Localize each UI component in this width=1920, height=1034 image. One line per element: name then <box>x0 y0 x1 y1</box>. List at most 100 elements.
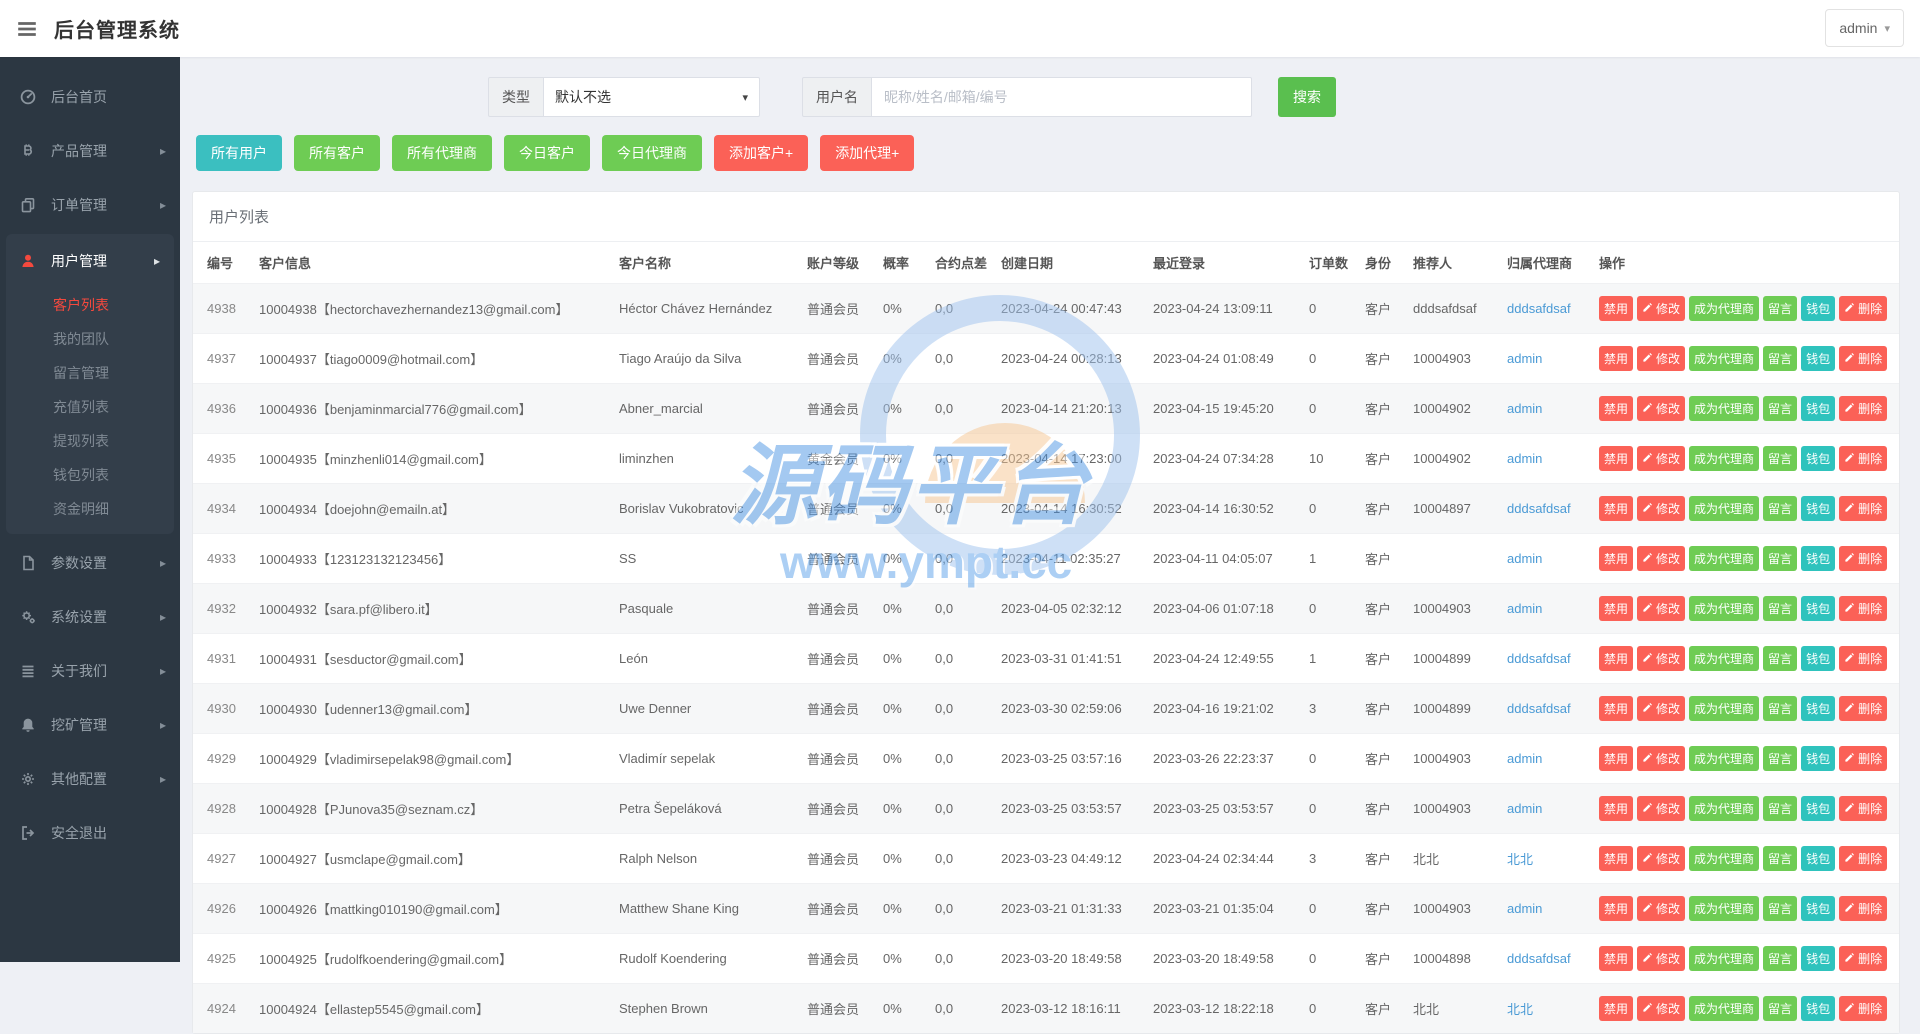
sidebar-item-system-settings[interactable]: 系统设置 ▸ <box>0 590 180 644</box>
become-agent-button[interactable]: 成为代理商 <box>1689 796 1760 821</box>
sidebar-item-params-settings[interactable]: 参数设置 ▸ <box>0 536 180 590</box>
message-button[interactable]: 留言 <box>1763 646 1798 671</box>
delete-button[interactable]: 删除 <box>1839 296 1888 321</box>
disable-button[interactable]: 禁用 <box>1599 996 1634 1021</box>
disable-button[interactable]: 禁用 <box>1599 496 1634 521</box>
sidebar-item-customer-list[interactable]: 客户列表 <box>6 288 174 322</box>
add-customer-button[interactable]: 添加客户+ <box>714 135 809 171</box>
wallet-button[interactable]: 钱包 <box>1801 746 1836 771</box>
disable-button[interactable]: 禁用 <box>1599 546 1634 571</box>
delete-button[interactable]: 删除 <box>1839 996 1888 1021</box>
become-agent-button[interactable]: 成为代理商 <box>1689 746 1760 771</box>
edit-button[interactable]: 修改 <box>1637 446 1686 471</box>
become-agent-button[interactable]: 成为代理商 <box>1689 446 1760 471</box>
disable-button[interactable]: 禁用 <box>1599 946 1634 971</box>
sidebar-item-funds-detail[interactable]: 资金明细 <box>6 492 174 526</box>
sidebar-item-my-team[interactable]: 我的团队 <box>6 322 174 356</box>
wallet-button[interactable]: 钱包 <box>1801 696 1836 721</box>
sidebar-item-wallet-list[interactable]: 钱包列表 <box>6 458 174 492</box>
search-button[interactable]: 搜索 <box>1278 77 1336 117</box>
sidebar-item-order-management[interactable]: 订单管理 ▸ <box>0 178 180 232</box>
delete-button[interactable]: 删除 <box>1839 346 1888 371</box>
delete-button[interactable]: 删除 <box>1839 846 1888 871</box>
become-agent-button[interactable]: 成为代理商 <box>1689 346 1760 371</box>
delete-button[interactable]: 删除 <box>1839 446 1888 471</box>
disable-button[interactable]: 禁用 <box>1599 396 1634 421</box>
delete-button[interactable]: 删除 <box>1839 396 1888 421</box>
sidebar-item-user-management[interactable]: 用户管理 ▸ <box>6 234 174 288</box>
become-agent-button[interactable]: 成为代理商 <box>1689 896 1760 921</box>
become-agent-button[interactable]: 成为代理商 <box>1689 596 1760 621</box>
become-agent-button[interactable]: 成为代理商 <box>1689 696 1760 721</box>
disable-button[interactable]: 禁用 <box>1599 896 1634 921</box>
wallet-button[interactable]: 钱包 <box>1801 596 1836 621</box>
delete-button[interactable]: 删除 <box>1839 496 1888 521</box>
add-agent-button[interactable]: 添加代理+ <box>820 135 915 171</box>
edit-button[interactable]: 修改 <box>1637 296 1686 321</box>
wallet-button[interactable]: 钱包 <box>1801 946 1836 971</box>
delete-button[interactable]: 删除 <box>1839 946 1888 971</box>
delete-button[interactable]: 删除 <box>1839 896 1888 921</box>
wallet-button[interactable]: 钱包 <box>1801 896 1836 921</box>
become-agent-button[interactable]: 成为代理商 <box>1689 296 1760 321</box>
become-agent-button[interactable]: 成为代理商 <box>1689 946 1760 971</box>
message-button[interactable]: 留言 <box>1763 796 1798 821</box>
message-button[interactable]: 留言 <box>1763 696 1798 721</box>
become-agent-button[interactable]: 成为代理商 <box>1689 396 1760 421</box>
edit-button[interactable]: 修改 <box>1637 796 1686 821</box>
delete-button[interactable]: 删除 <box>1839 746 1888 771</box>
wallet-button[interactable]: 钱包 <box>1801 496 1836 521</box>
disable-button[interactable]: 禁用 <box>1599 296 1634 321</box>
edit-button[interactable]: 修改 <box>1637 346 1686 371</box>
sidebar-item-mining-management[interactable]: 挖矿管理 ▸ <box>0 698 180 752</box>
all-users-button[interactable]: 所有用户 <box>196 135 282 171</box>
edit-button[interactable]: 修改 <box>1637 846 1686 871</box>
delete-button[interactable]: 删除 <box>1839 696 1888 721</box>
disable-button[interactable]: 禁用 <box>1599 696 1634 721</box>
wallet-button[interactable]: 钱包 <box>1801 546 1836 571</box>
edit-button[interactable]: 修改 <box>1637 496 1686 521</box>
delete-button[interactable]: 删除 <box>1839 546 1888 571</box>
disable-button[interactable]: 禁用 <box>1599 796 1634 821</box>
wallet-button[interactable]: 钱包 <box>1801 646 1836 671</box>
message-button[interactable]: 留言 <box>1763 546 1798 571</box>
edit-button[interactable]: 修改 <box>1637 596 1686 621</box>
type-select[interactable]: 默认不选 ▾ <box>544 77 760 117</box>
sidebar-item-dashboard-home[interactable]: 后台首页 <box>0 70 180 124</box>
edit-button[interactable]: 修改 <box>1637 996 1686 1021</box>
disable-button[interactable]: 禁用 <box>1599 596 1634 621</box>
message-button[interactable]: 留言 <box>1763 946 1798 971</box>
message-button[interactable]: 留言 <box>1763 746 1798 771</box>
wallet-button[interactable]: 钱包 <box>1801 446 1836 471</box>
message-button[interactable]: 留言 <box>1763 996 1798 1021</box>
message-button[interactable]: 留言 <box>1763 846 1798 871</box>
become-agent-button[interactable]: 成为代理商 <box>1689 546 1760 571</box>
edit-button[interactable]: 修改 <box>1637 746 1686 771</box>
wallet-button[interactable]: 钱包 <box>1801 996 1836 1021</box>
wallet-button[interactable]: 钱包 <box>1801 846 1836 871</box>
edit-button[interactable]: 修改 <box>1637 946 1686 971</box>
delete-button[interactable]: 删除 <box>1839 796 1888 821</box>
become-agent-button[interactable]: 成为代理商 <box>1689 646 1760 671</box>
message-button[interactable]: 留言 <box>1763 296 1798 321</box>
today-agents-button[interactable]: 今日代理商 <box>602 135 702 171</box>
message-button[interactable]: 留言 <box>1763 446 1798 471</box>
message-button[interactable]: 留言 <box>1763 596 1798 621</box>
become-agent-button[interactable]: 成为代理商 <box>1689 496 1760 521</box>
sidebar-item-product-management[interactable]: 产品管理 ▸ <box>0 124 180 178</box>
delete-button[interactable]: 删除 <box>1839 646 1888 671</box>
message-button[interactable]: 留言 <box>1763 346 1798 371</box>
sidebar-item-logout[interactable]: 安全退出 <box>0 806 180 860</box>
edit-button[interactable]: 修改 <box>1637 896 1686 921</box>
sidebar-item-message-management[interactable]: 留言管理 <box>6 356 174 390</box>
disable-button[interactable]: 禁用 <box>1599 646 1634 671</box>
wallet-button[interactable]: 钱包 <box>1801 396 1836 421</box>
hamburger-menu-icon[interactable] <box>16 20 38 38</box>
sidebar-item-withdraw-list[interactable]: 提现列表 <box>6 424 174 458</box>
all-agents-button[interactable]: 所有代理商 <box>392 135 492 171</box>
edit-button[interactable]: 修改 <box>1637 646 1686 671</box>
delete-button[interactable]: 删除 <box>1839 596 1888 621</box>
message-button[interactable]: 留言 <box>1763 396 1798 421</box>
edit-button[interactable]: 修改 <box>1637 696 1686 721</box>
become-agent-button[interactable]: 成为代理商 <box>1689 996 1760 1021</box>
